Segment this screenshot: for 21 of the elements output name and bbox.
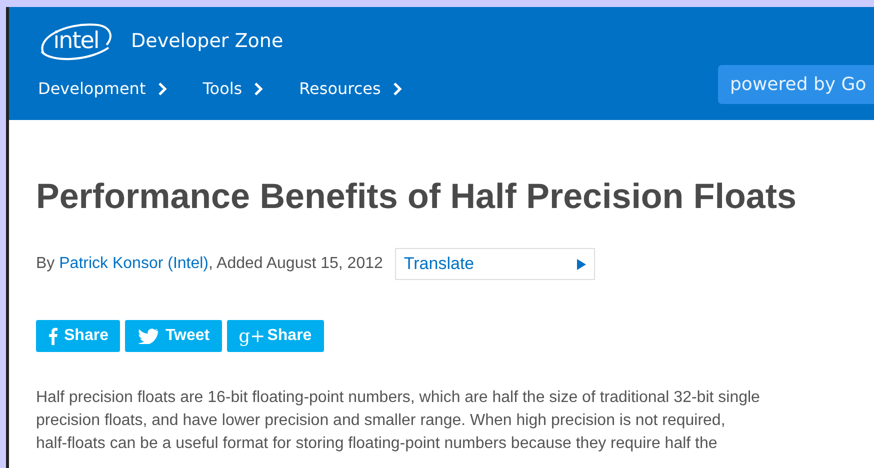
- byline: By Patrick Konsor (Intel), Added August 15, 2012: [36, 254, 383, 274]
- translate-dropdown[interactable]: Translate: [394, 248, 595, 280]
- site-title[interactable]: Developer Zone: [131, 26, 284, 56]
- search-badge[interactable]: powered by Go: [718, 65, 874, 104]
- play-icon: [576, 258, 586, 270]
- share-button[interactable]: g+Share: [226, 320, 324, 352]
- nav-link[interactable]: Tools: [202, 77, 264, 101]
- logo[interactable]: intel: [35, 19, 117, 63]
- article-title: Performance Benefits of Half Precision Floats: [36, 176, 798, 218]
- chevron-icon: [254, 82, 264, 96]
- nav-link[interactable]: Resources: [299, 77, 402, 101]
- facebook-icon: [48, 327, 58, 345]
- share-button[interactable]: Share: [36, 320, 120, 352]
- nav-link[interactable]: Development: [38, 77, 167, 101]
- share-button[interactable]: Tweet: [125, 320, 222, 352]
- chevron-icon: [392, 82, 402, 96]
- google-plus-icon: g+: [238, 322, 266, 350]
- bird-icon: [137, 328, 160, 344]
- author-link[interactable]: Patrick Konsor (Intel): [59, 255, 209, 272]
- chevron-icon: [158, 82, 167, 96]
- article-paragraph: Half precision floats are 16-bit floating-point numbers, which are half the size of traditional 32-bit single precision floats, and have lower precision and smaller range. When high precision is not required, half-floats can be a useful format for storing floating-point numbers because they require half the: [36, 388, 761, 454]
